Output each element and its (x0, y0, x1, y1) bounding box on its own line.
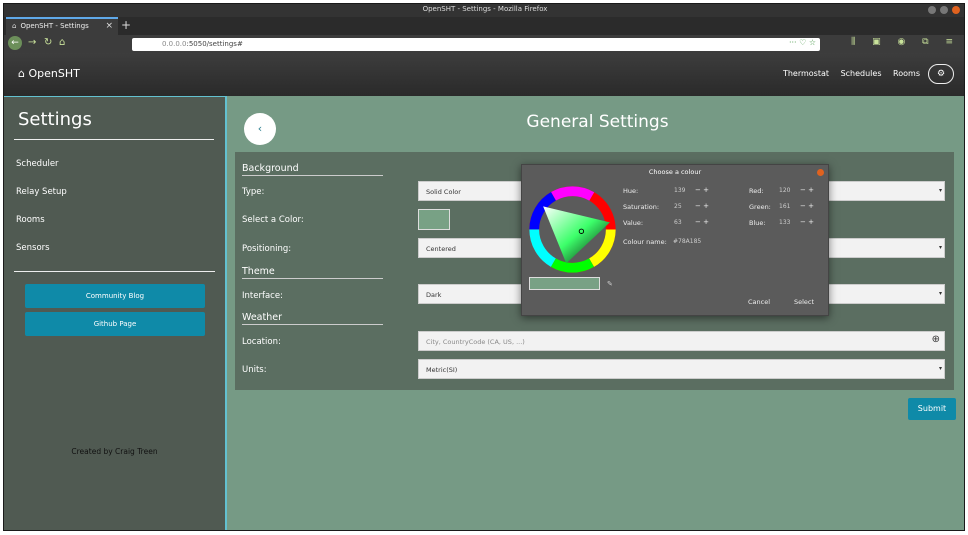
nav-schedules[interactable]: Schedules (841, 69, 882, 78)
window-titlebar: OpenSHT - Settings - Mozilla Firefox (4, 4, 964, 17)
red-label: Red: (749, 187, 764, 195)
sidebar-item-rooms[interactable]: Rooms (16, 215, 45, 225)
app-navbar: ⌂ OpenSHT Thermostat Schedules Rooms ⚙ (4, 53, 964, 96)
saturation-label: Saturation: (623, 203, 660, 211)
credit-text: Created by Craig Treen (71, 447, 158, 456)
community-blog-button[interactable]: Community Blog (25, 284, 205, 308)
minimize-button[interactable] (928, 6, 936, 14)
type-value: Solid Color (426, 188, 461, 196)
hue-label: Hue: (623, 187, 639, 195)
close-window-button[interactable] (952, 6, 960, 14)
green-spin[interactable]: 161 (779, 203, 790, 210)
interface-value: Dark (426, 291, 442, 299)
units-value: Metric(SI) (426, 366, 458, 374)
dialog-title: Choose a colour (648, 168, 702, 176)
close-tab-icon[interactable]: × (105, 21, 113, 31)
current-colour-swatch (529, 277, 600, 290)
sidebar-item-scheduler[interactable]: Scheduler (16, 159, 59, 169)
page-title: General Settings (526, 112, 669, 132)
close-dialog-icon[interactable] (817, 169, 824, 176)
units-label: Units: (242, 365, 267, 375)
positioning-label: Positioning: (242, 244, 292, 254)
location-input[interactable]: City, CountryCode (CA, US, ...) ⊕ (418, 331, 945, 351)
type-label: Type: (242, 187, 265, 197)
maximize-button[interactable] (940, 6, 948, 14)
colour-wheel[interactable] (528, 185, 617, 274)
location-placeholder: City, CountryCode (CA, US, ...) (426, 338, 525, 346)
hue-spin-buttons[interactable]: − + (695, 186, 709, 194)
colour-name-label: Colour name: (623, 238, 667, 246)
select-color-label: Select a Color: (242, 215, 304, 225)
nav-thermostat[interactable]: Thermostat (783, 69, 829, 78)
hue-spin[interactable]: 139 (674, 187, 685, 194)
sidebar-item-relay-setup[interactable]: Relay Setup (16, 187, 67, 197)
saturation-spin-buttons[interactable]: − + (695, 202, 709, 210)
url-path: :5050/settings# (186, 40, 243, 48)
home-icon: ⌂ (18, 67, 25, 80)
section-weather: Weather (242, 312, 383, 325)
value-label: Value: (623, 219, 644, 227)
green-spin-buttons[interactable]: − + (800, 202, 814, 210)
sidebar-divider (14, 139, 214, 140)
sidebar: Settings Scheduler Relay Setup Rooms Sen… (4, 96, 227, 530)
eyedropper-icon[interactable]: ✎ (607, 280, 613, 288)
blue-label: Blue: (749, 219, 766, 227)
sidebar-title: Settings (18, 109, 92, 130)
browser-tab[interactable]: ⌂ OpenSHT - Settings × (6, 17, 118, 35)
units-select[interactable]: Metric(SI) ▾ (418, 359, 945, 379)
tab-strip: ⌂ OpenSHT - Settings × + (4, 17, 964, 35)
browser-window: OpenSHT - Settings - Mozilla Firefox ⌂ Op… (3, 3, 965, 531)
saturation-spin[interactable]: 25 (674, 203, 682, 210)
zoom-icon[interactable]: ⊕ (932, 334, 940, 345)
value-spin-buttons[interactable]: − + (695, 218, 709, 226)
browser-navbar: ← → ↻ ⌂ 0.0.0.0:5050/settings# ··· ♡ ☆ ⫼… (4, 35, 964, 53)
window-title: OpenSHT - Settings - Mozilla Firefox (422, 5, 548, 13)
chevron-down-icon: ▾ (938, 365, 942, 372)
red-spin-buttons[interactable]: − + (800, 186, 814, 194)
sidebar-divider (14, 271, 215, 272)
forward-arrow-icon[interactable]: → (28, 37, 36, 48)
page-actions-icon[interactable]: ··· ♡ ☆ (789, 38, 816, 47)
tab-title: OpenSHT - Settings (20, 22, 89, 30)
url-bar[interactable]: 0.0.0.0:5050/settings# ··· ♡ ☆ (132, 38, 820, 51)
gears-icon[interactable]: ⚙ (928, 64, 954, 84)
positioning-value: Centered (426, 245, 456, 253)
url-host: 0.0.0.0 (162, 40, 187, 48)
blue-spin-buttons[interactable]: − + (800, 218, 814, 226)
home-icon[interactable]: ⌂ (59, 37, 65, 48)
value-spin[interactable]: 63 (674, 219, 682, 226)
interface-label: Interface: (242, 291, 283, 301)
color-swatch-button[interactable] (418, 209, 450, 230)
new-tab-button[interactable]: + (121, 18, 131, 32)
reload-icon[interactable]: ↻ (44, 37, 52, 48)
section-theme: Theme (242, 266, 383, 279)
section-background: Background (242, 163, 383, 176)
toolbar-icons[interactable]: ⫼ ▣ ◉ ⧉ ≡ (851, 37, 960, 47)
chevron-down-icon: ▾ (938, 187, 942, 194)
sidebar-item-sensors[interactable]: Sensors (16, 243, 50, 253)
back-arrow-icon[interactable]: ← (8, 36, 22, 50)
nav-menu: Thermostat Schedules Rooms (774, 69, 920, 78)
colour-chooser-dialog: Choose a colour ✎ Hue: 139 − + Saturatio… (521, 164, 829, 316)
red-spin[interactable]: 120 (779, 187, 790, 194)
github-page-button[interactable]: Github Page (25, 312, 205, 336)
green-label: Green: (749, 203, 771, 211)
submit-button[interactable]: Submit (908, 398, 956, 420)
location-label: Location: (242, 337, 281, 347)
select-button[interactable]: Select (794, 298, 814, 306)
colour-name-input[interactable]: #78A185 (673, 238, 701, 245)
chevron-down-icon: ▾ (938, 290, 942, 297)
brand-label: OpenSHT (28, 67, 80, 80)
cancel-button[interactable]: Cancel (748, 298, 770, 306)
brand-link[interactable]: ⌂ OpenSHT (18, 67, 80, 80)
chevron-down-icon: ▾ (938, 244, 942, 251)
blue-spin[interactable]: 133 (779, 219, 790, 226)
nav-rooms[interactable]: Rooms (893, 69, 920, 78)
home-icon: ⌂ (12, 22, 17, 30)
